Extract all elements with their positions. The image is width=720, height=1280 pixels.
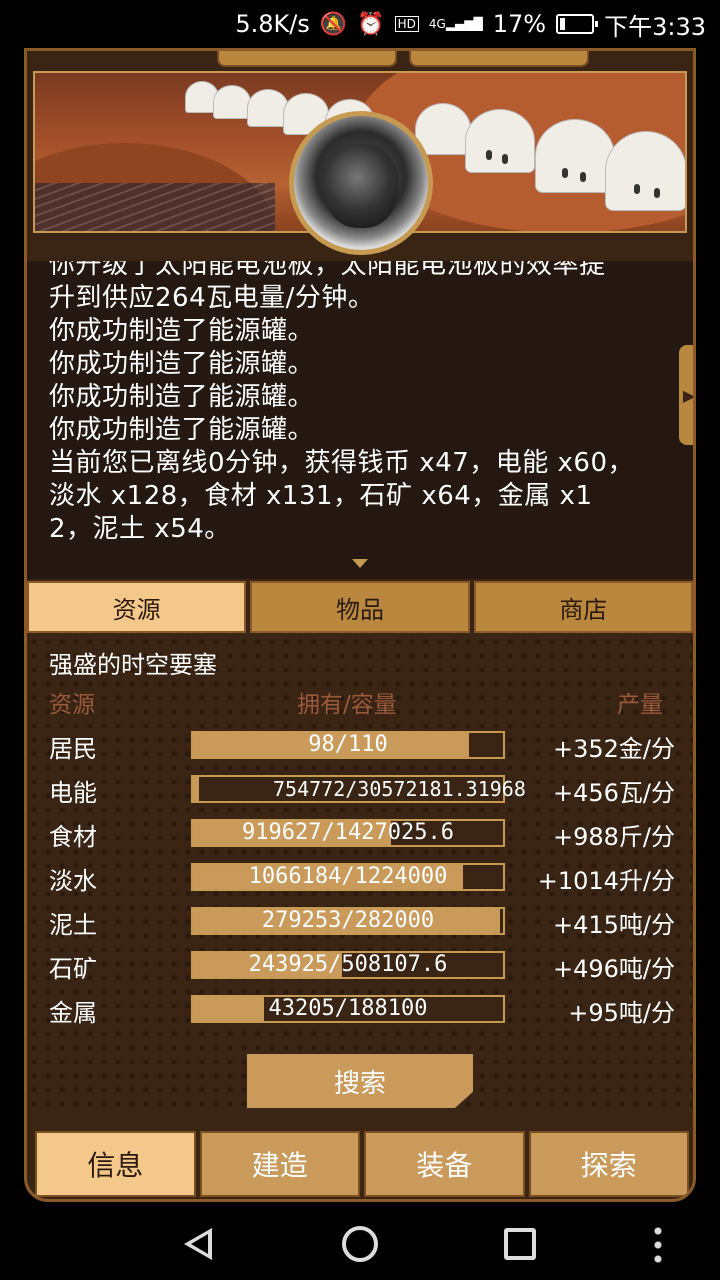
resource-bar: 98/110 bbox=[191, 731, 505, 759]
helmet-visor bbox=[324, 144, 398, 228]
habitat-dome bbox=[605, 131, 685, 211]
log-line: 升到供应264瓦电量/分钟。 bbox=[49, 283, 375, 313]
signal-label: 4G bbox=[428, 17, 446, 31]
hd-icon: HD bbox=[394, 16, 419, 32]
side-expand-tab[interactable]: ▶ bbox=[679, 345, 696, 445]
resource-bar: 243925/508107.6 bbox=[191, 951, 505, 979]
tab-items[interactable]: 物品 bbox=[250, 581, 470, 633]
resource-row-residents: 居民 98/110 +352金/分 bbox=[27, 723, 693, 767]
resource-rate: +415吨/分 bbox=[552, 911, 675, 939]
log-line: 你成功制造了能源罐。 bbox=[49, 382, 315, 412]
resource-value: 279253/282000 bbox=[261, 908, 435, 933]
battery-percent: 17% bbox=[492, 10, 547, 38]
resource-value: 43205/188100 bbox=[268, 996, 428, 1021]
header-output: 产量 bbox=[617, 692, 663, 718]
solar-panels bbox=[35, 183, 275, 231]
resource-name: 食材 bbox=[49, 823, 97, 851]
tab-equipment[interactable]: 装备 bbox=[364, 1131, 525, 1197]
log-line: 淡水 x128，食材 x131，石矿 x64，金属 x1 bbox=[49, 481, 593, 511]
log-line: 2，泥土 x54。 bbox=[49, 514, 231, 544]
resource-rate: +95吨/分 bbox=[568, 999, 675, 1027]
top-tab-other[interactable] bbox=[409, 51, 589, 67]
resource-row-metal: 金属 43205/188100 +95吨/分 bbox=[27, 987, 693, 1031]
battery-icon bbox=[556, 14, 599, 34]
resource-name: 金属 bbox=[49, 999, 97, 1027]
log-line: 你成功制造了能源罐。 bbox=[49, 349, 315, 379]
resource-rate: +456瓦/分 bbox=[552, 779, 675, 807]
resource-name: 淡水 bbox=[49, 867, 97, 895]
resource-value: 919627/1427025.6 bbox=[242, 820, 454, 845]
resource-rate: +352金/分 bbox=[552, 735, 675, 763]
resource-rate: +988斤/分 bbox=[552, 823, 675, 851]
resource-rate: +1014升/分 bbox=[537, 867, 675, 895]
section-tabs: 资源 物品 商店 bbox=[27, 581, 693, 633]
resource-row-electricity: 电能 754772/30572181.31968 +456瓦/分 bbox=[27, 767, 693, 811]
resource-bar-fill bbox=[193, 777, 200, 801]
log-line: 你升级了太阳能电池板，太阳能电池板的效率提 bbox=[49, 261, 606, 280]
tab-info[interactable]: 信息 bbox=[35, 1131, 196, 1197]
network-speed: 5.8K/s bbox=[235, 10, 310, 38]
resource-bar: 43205/188100 bbox=[191, 995, 505, 1023]
status-bar: 5.8K/s 🔕 ⏰ HD 4G▂▄▆█ 17% 下午3:33 bbox=[0, 0, 720, 48]
resource-row-ore: 石矿 243925/508107.6 +496吨/分 bbox=[27, 943, 693, 987]
log-line: 你成功制造了能源罐。 bbox=[49, 415, 315, 445]
resource-value: 1066184/1224000 bbox=[248, 864, 448, 889]
resource-value: 98/110 bbox=[308, 732, 388, 757]
resource-row-food: 食材 919627/1427025.6 +988斤/分 bbox=[27, 811, 693, 855]
mute-icon: 🔕 bbox=[319, 11, 348, 37]
chevron-right-icon: ▶ bbox=[682, 385, 696, 405]
resource-rate: +496吨/分 bbox=[552, 955, 675, 983]
habitat-dome bbox=[535, 119, 615, 193]
fortress-name: 强盛的时空要塞 bbox=[49, 651, 217, 679]
resource-bar: 919627/1427025.6 bbox=[191, 819, 505, 847]
resource-row-water: 淡水 1066184/1224000 +1014升/分 bbox=[27, 855, 693, 899]
tab-build[interactable]: 建造 bbox=[199, 1131, 360, 1197]
tab-explore[interactable]: 探索 bbox=[528, 1131, 689, 1197]
resource-name: 居民 bbox=[49, 735, 97, 763]
message-log[interactable]: 你升级了太阳能电池板，太阳能电池板的效率提 升到供应264瓦电量/分钟。 你成功… bbox=[27, 261, 693, 579]
tab-resources[interactable]: 资源 bbox=[27, 581, 247, 633]
resource-bar: 279253/282000 bbox=[191, 907, 505, 935]
back-icon[interactable] bbox=[184, 1228, 212, 1260]
more-menu-icon[interactable] bbox=[654, 1224, 662, 1264]
scroll-down-icon[interactable] bbox=[352, 559, 368, 568]
astronaut-avatar[interactable] bbox=[289, 111, 433, 255]
tab-shop[interactable]: 商店 bbox=[473, 581, 693, 633]
recent-apps-icon[interactable] bbox=[504, 1228, 536, 1260]
resource-value: 243925/508107.6 bbox=[248, 952, 448, 977]
habitat-dome bbox=[213, 85, 251, 119]
search-button[interactable]: 搜索 bbox=[247, 1054, 473, 1108]
top-tab-coins[interactable] bbox=[217, 51, 397, 67]
game-frame: 你升级了太阳能电池板，太阳能电池板的效率提 升到供应264瓦电量/分钟。 你成功… bbox=[24, 48, 696, 1202]
resource-value: 754772/30572181.31968 bbox=[273, 777, 526, 801]
resource-row-soil: 泥土 279253/282000 +415吨/分 bbox=[27, 899, 693, 943]
log-line: 你成功制造了能源罐。 bbox=[49, 316, 315, 346]
log-line: 当前您已离线0分钟，获得钱币 x47，电能 x60， bbox=[49, 448, 635, 478]
log-content: 你升级了太阳能电池板，太阳能电池板的效率提 升到供应264瓦电量/分钟。 你成功… bbox=[49, 261, 634, 546]
resource-name: 石矿 bbox=[49, 955, 97, 983]
alarm-icon: ⏰ bbox=[357, 11, 385, 37]
resource-name: 泥土 bbox=[49, 911, 97, 939]
resource-name: 电能 bbox=[49, 779, 97, 807]
clock: 下午3:33 bbox=[604, 12, 706, 41]
resource-bar: 1066184/1224000 bbox=[191, 863, 505, 891]
header-resource: 资源 bbox=[49, 692, 95, 718]
habitat-dome bbox=[465, 109, 535, 173]
resource-panel: 强盛的时空要塞 资源 拥有/容量 产量 居民 98/110 +352金/分 电能… bbox=[27, 635, 693, 1115]
resource-bar: 754772/30572181.31968 bbox=[191, 775, 526, 803]
signal-icon: 4G▂▄▆█ bbox=[428, 17, 483, 31]
main-nav-tabs: 信息 建造 装备 探索 bbox=[35, 1131, 689, 1197]
home-icon[interactable] bbox=[342, 1226, 378, 1262]
header-owned-capacity: 拥有/容量 bbox=[297, 692, 397, 718]
android-nav-bar bbox=[0, 1208, 720, 1280]
top-tabs bbox=[217, 51, 589, 67]
